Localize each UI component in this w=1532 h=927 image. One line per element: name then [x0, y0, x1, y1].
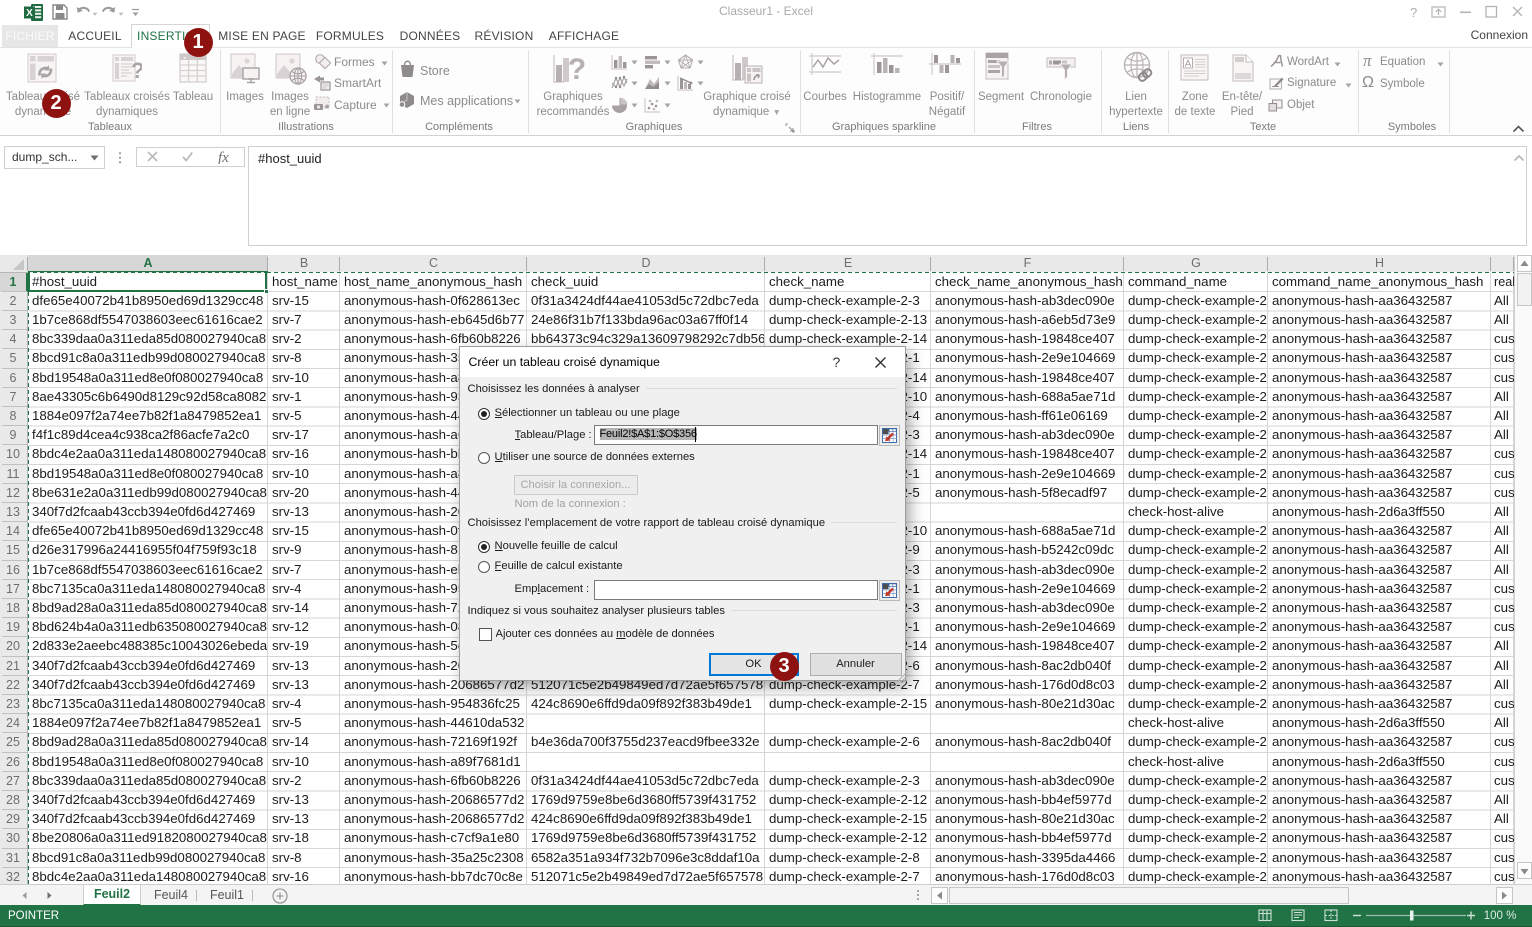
svg-text:A: A — [1185, 59, 1192, 70]
svg-text:?: ? — [568, 53, 586, 85]
svg-text:?: ? — [1410, 5, 1417, 20]
svg-text:X: X — [26, 8, 33, 19]
svg-text:?: ? — [131, 58, 142, 83]
svg-text:fx: fx — [218, 150, 229, 164]
